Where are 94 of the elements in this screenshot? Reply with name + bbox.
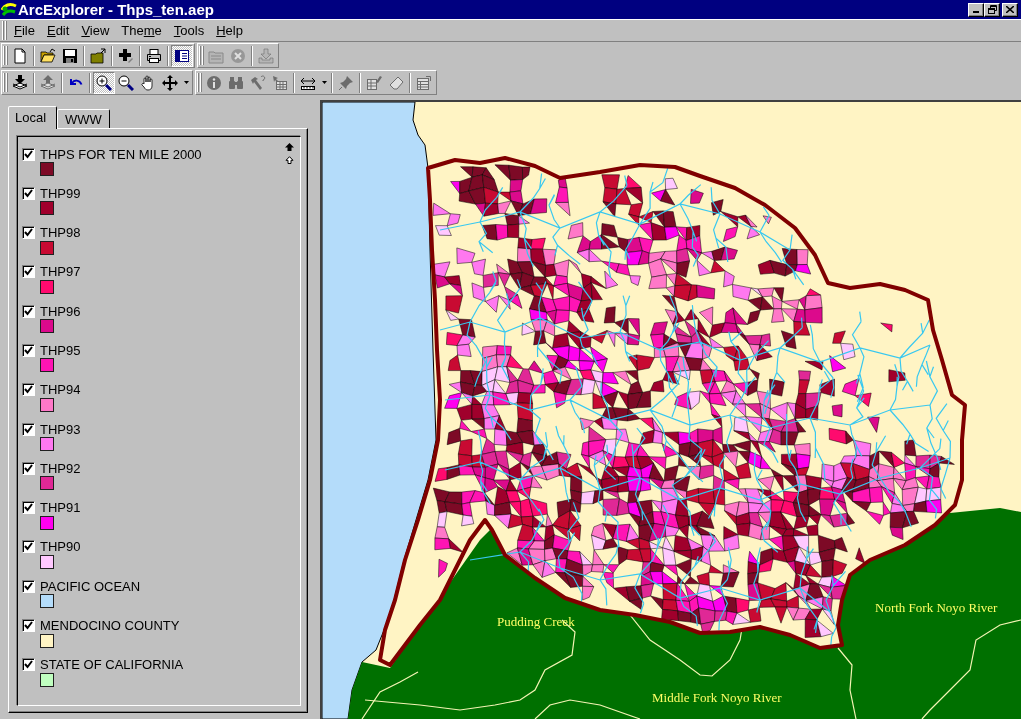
grip-icon[interactable] xyxy=(2,21,8,40)
map-label: North Fork Noyo River xyxy=(875,600,998,615)
up-arrow-icon[interactable] xyxy=(285,143,294,151)
zoom-in-icon xyxy=(96,74,112,91)
grip-icon[interactable] xyxy=(197,73,203,92)
open-folder-icon xyxy=(40,47,56,64)
check-mark-icon xyxy=(24,660,33,670)
layer-checkbox[interactable] xyxy=(22,540,35,554)
layer-name: THP99 xyxy=(40,185,81,201)
layer-name: THP93 xyxy=(40,421,81,437)
layer-checkbox[interactable] xyxy=(22,461,35,475)
check-mark-icon xyxy=(24,621,33,631)
zoom-out-icon xyxy=(118,74,134,91)
check-mark-icon xyxy=(24,463,33,473)
close-button[interactable] xyxy=(1002,2,1018,17)
layer-checkbox[interactable] xyxy=(22,147,35,161)
layer-name: THP91 xyxy=(40,500,81,516)
binoculars-icon xyxy=(228,74,244,91)
check-mark-icon xyxy=(24,267,33,277)
tab[interactable]: Local xyxy=(8,106,58,129)
minimize-button[interactable] xyxy=(968,2,984,17)
pin-icon xyxy=(338,74,354,91)
check-mark-icon xyxy=(24,346,33,355)
restore-icon xyxy=(987,5,997,14)
layer-name: MENDOCINO COUNTY xyxy=(40,618,180,634)
tray-arrow-icon xyxy=(258,47,274,64)
check-mark-icon xyxy=(24,228,33,238)
layer-name: THP90 xyxy=(40,539,81,555)
restore-button[interactable] xyxy=(984,2,1000,17)
outline-up-arrow-icon[interactable] xyxy=(285,156,294,164)
map-label: Middle Fork Noyo River xyxy=(652,690,782,705)
layer-name: THPS FOR TEN MILE 2000 xyxy=(40,146,202,162)
folder-arrow-icon xyxy=(90,47,106,64)
table-pencil-icon xyxy=(366,74,382,91)
window-title: ArcExplorer - Thps_ten.aep xyxy=(18,0,215,19)
menu-item[interactable]: Tools xyxy=(167,21,211,40)
menu-item[interactable]: Edit xyxy=(40,21,76,40)
table-cursor-icon xyxy=(272,74,288,91)
legend-button[interactable] xyxy=(171,44,193,67)
layer-checkbox[interactable] xyxy=(22,619,35,633)
map-label: Pudding Creek xyxy=(497,614,575,629)
layer-checkbox[interactable] xyxy=(22,344,35,357)
layer-name: THP94 xyxy=(40,382,81,398)
app-logo-icon xyxy=(1,1,17,18)
four-way-arrow-icon xyxy=(162,74,178,91)
x-circle-icon xyxy=(230,47,246,64)
grip-icon[interactable] xyxy=(3,46,9,65)
printer-icon xyxy=(146,47,162,64)
layer-name: THP96 xyxy=(40,303,81,319)
layer-name: THP92 xyxy=(40,460,81,476)
layers-arrow-icon xyxy=(12,74,28,91)
layer-name: THP98 xyxy=(40,225,81,241)
layer-checkbox[interactable] xyxy=(22,501,35,515)
layer-name: STATE OF CALIFORNIA xyxy=(40,657,184,673)
list-panel-icon xyxy=(174,47,190,64)
zoom-in-button[interactable] xyxy=(93,71,115,94)
check-mark-icon xyxy=(24,149,33,159)
grip-icon[interactable] xyxy=(3,73,9,92)
caret-icon xyxy=(321,81,327,84)
layer-checkbox[interactable] xyxy=(22,226,35,240)
check-mark-icon xyxy=(24,424,33,434)
layer-name: THP95 xyxy=(40,343,81,358)
layer-checkbox[interactable] xyxy=(22,579,35,593)
grip-icon[interactable] xyxy=(199,46,205,65)
map-view[interactable]: Pudding Creek North Fork Noyo River Middle Fork Noyo River xyxy=(320,100,1021,719)
menu-item[interactable]: File xyxy=(8,21,41,40)
layer-name: PACIFIC OCEAN xyxy=(40,578,141,594)
check-mark-icon xyxy=(24,503,33,513)
layer-checkbox[interactable] xyxy=(22,265,35,279)
menu-item[interactable]: Theme xyxy=(115,21,168,40)
layers-arrow-icon xyxy=(40,74,56,91)
hammer-icon xyxy=(250,74,266,91)
check-mark-icon xyxy=(24,385,33,395)
properties-icon xyxy=(416,74,432,91)
blank-page-icon xyxy=(12,47,28,64)
menu-item[interactable]: Help xyxy=(210,21,249,40)
menu-item[interactable]: View xyxy=(75,21,116,40)
layer-name: THP97 xyxy=(40,264,81,280)
layer-checkbox[interactable] xyxy=(22,304,35,318)
layer-checkbox[interactable] xyxy=(22,383,35,397)
check-mark-icon xyxy=(24,581,33,591)
check-mark-icon xyxy=(24,188,33,198)
caret-icon xyxy=(183,81,189,84)
info-icon xyxy=(206,74,222,91)
layer-checkbox[interactable] xyxy=(22,422,35,436)
hand-icon xyxy=(140,74,156,91)
check-mark-icon xyxy=(24,306,33,316)
eraser-icon xyxy=(388,74,404,91)
tab[interactable]: WWW xyxy=(57,109,110,128)
check-mark-icon xyxy=(24,542,33,552)
layer-checkbox[interactable] xyxy=(22,186,35,200)
plus-icon xyxy=(118,47,134,64)
close-icon xyxy=(1006,6,1014,13)
layer-checkbox[interactable] xyxy=(22,658,35,672)
